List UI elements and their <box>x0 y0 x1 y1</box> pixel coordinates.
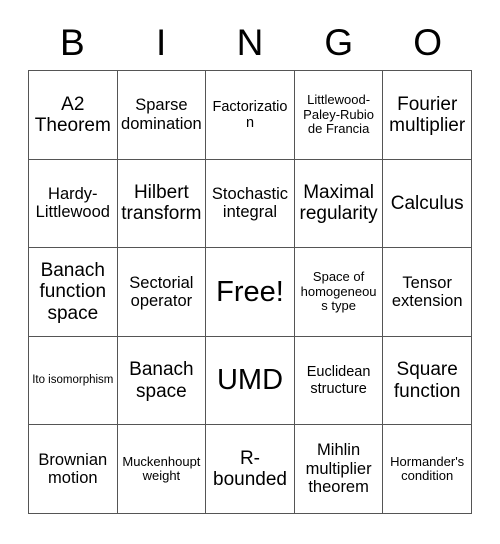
bingo-header-letter-o: O <box>413 21 442 63</box>
bingo-cell[interactable]: Mihlin multiplier theorem <box>294 425 384 514</box>
bingo-cell[interactable]: UMD <box>206 336 295 426</box>
bingo-cell-label: Brownian motion <box>38 450 108 488</box>
bingo-cell-label: UMD <box>216 364 284 397</box>
bingo-cell-label: A2 Theorem <box>34 93 111 136</box>
bingo-cell[interactable]: Maximal regularity <box>294 159 384 249</box>
bingo-cell-label: Hardy-Littlewood <box>35 184 110 222</box>
bingo-cell-label: Tensor extension <box>391 273 463 310</box>
bingo-cell-label: Muckenhoupt weight <box>122 453 201 484</box>
bingo-cell-label: Banach function space <box>39 260 107 324</box>
bingo-cell-label: Littlewood-Paley-Rubio de Francia <box>303 91 374 137</box>
bingo-header-letter-b: B <box>60 21 85 63</box>
bingo-card: B I N G O A2 Theorem Sparse domination F… <box>0 0 500 544</box>
bingo-cell[interactable]: R-bounded <box>206 425 295 514</box>
bingo-cell-label: Maximal regularity <box>299 182 378 225</box>
bingo-cell[interactable]: Sectorial operator <box>117 248 207 337</box>
bingo-cell[interactable]: Hilbert transform <box>117 159 207 249</box>
bingo-cell[interactable]: Hardy-Littlewood <box>29 159 118 249</box>
bingo-cell[interactable]: Stochastic integral <box>206 159 295 249</box>
bingo-cell-label: Factorization <box>212 98 288 131</box>
bingo-cell-label: Fourier multiplier <box>389 93 466 136</box>
bingo-header-letter-n: N <box>236 21 264 63</box>
bingo-cell-label: R-bounded <box>213 447 287 491</box>
bingo-header-letter-g: G <box>324 21 354 63</box>
bingo-header-row: B I N G O <box>28 14 472 70</box>
bingo-cell-label: Hormander's condition <box>390 453 465 484</box>
bingo-cell-label: Hilbert transform <box>121 182 202 225</box>
bingo-cell[interactable]: Euclidean structure <box>294 336 384 426</box>
bingo-cell-label: Ito isomorphism <box>32 374 114 387</box>
bingo-cell-label: Free! <box>216 275 284 308</box>
bingo-cell[interactable]: Square function <box>383 336 472 426</box>
bingo-cell-label: Sectorial operator <box>129 273 194 310</box>
bingo-cell-label: Square function <box>393 359 461 402</box>
bingo-cell[interactable]: Muckenhoupt weight <box>117 425 207 514</box>
bingo-cell-label: Calculus <box>390 192 464 214</box>
bingo-cell[interactable]: Tensor extension <box>383 248 472 337</box>
bingo-cell-label: Euclidean structure <box>306 364 371 397</box>
bingo-cell-label: Sparse domination <box>121 96 202 133</box>
bingo-cell[interactable]: A2 Theorem <box>29 71 118 160</box>
bingo-cell-label: Stochastic integral <box>211 184 289 222</box>
bingo-cell[interactable]: Calculus <box>383 159 472 249</box>
bingo-cell-label: Space of homogeneous type <box>300 269 377 314</box>
bingo-cell[interactable]: Banach function space <box>29 248 118 337</box>
bingo-cell[interactable]: Space of homogeneous type <box>294 248 384 337</box>
bingo-grid: A2 Theorem Sparse domination Factorizati… <box>28 70 472 514</box>
bingo-cell[interactable]: Ito isomorphism <box>29 336 118 426</box>
bingo-cell[interactable]: Littlewood-Paley-Rubio de Francia <box>294 71 384 160</box>
bingo-cell[interactable]: Brownian motion <box>29 425 118 514</box>
bingo-cell[interactable]: Banach space <box>117 336 207 426</box>
bingo-cell-label: Mihlin multiplier theorem <box>305 441 372 497</box>
bingo-cell[interactable]: Hormander's condition <box>383 425 472 514</box>
bingo-cell[interactable]: Fourier multiplier <box>383 71 472 160</box>
bingo-cell-label: Banach space <box>129 359 194 402</box>
bingo-cell-free-space[interactable]: Free! <box>206 248 295 337</box>
bingo-cell[interactable]: Sparse domination <box>117 71 207 160</box>
bingo-header-letter-i: I <box>156 21 167 63</box>
bingo-cell[interactable]: Factorization <box>206 71 295 160</box>
